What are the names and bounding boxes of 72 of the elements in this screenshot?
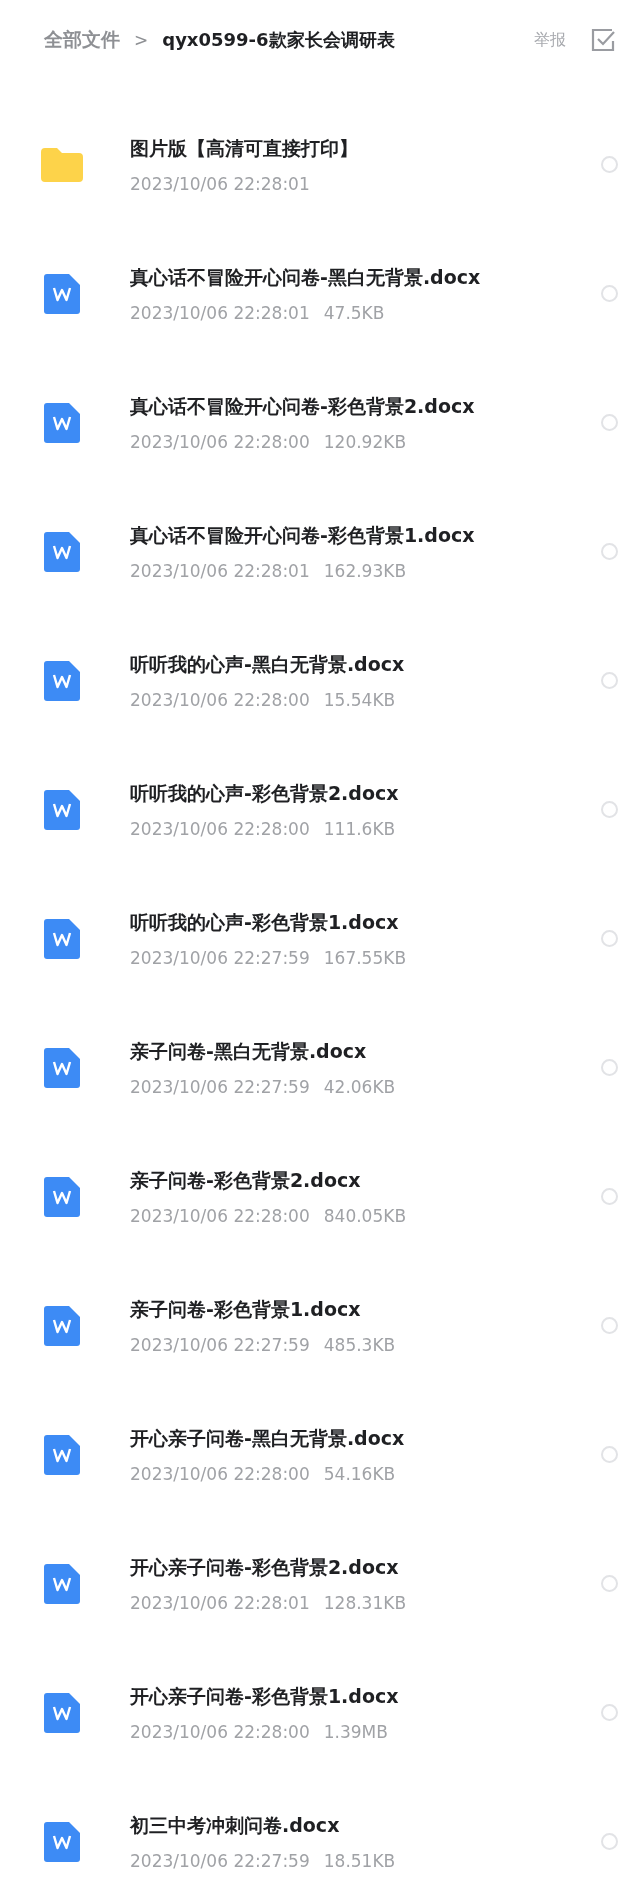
- file-name[interactable]: 听听我的心声-彩色背景1.docx: [130, 909, 593, 936]
- word-document-icon: [44, 1176, 80, 1217]
- file-date: 2023/10/06 22:28:00: [130, 818, 310, 839]
- word-document-icon: [44, 402, 80, 443]
- select-radio[interactable]: [601, 156, 618, 173]
- select-radio[interactable]: [601, 1704, 618, 1721]
- file-name[interactable]: 真心话不冒险开心问卷-彩色背景1.docx: [130, 522, 593, 549]
- file-size: 15.54KB: [323, 689, 396, 710]
- file-size: 1.39MB: [323, 1721, 388, 1742]
- file-name[interactable]: 真心话不冒险开心问卷-彩色背景2.docx: [130, 393, 593, 420]
- file-date: 2023/10/06 22:28:01: [130, 560, 310, 581]
- select-radio[interactable]: [601, 1059, 618, 1076]
- file-date: 2023/10/06 22:27:59: [130, 1850, 310, 1871]
- file-name[interactable]: 开心亲子问卷-彩色背景1.docx: [130, 1683, 593, 1710]
- file-name[interactable]: 初三中考冲刺问卷.docx: [130, 1812, 593, 1839]
- file-date: 2023/10/06 22:28:00: [130, 689, 310, 710]
- word-document-icon: [44, 531, 80, 572]
- word-document-icon: [44, 1047, 80, 1088]
- file-size: 54.16KB: [323, 1463, 396, 1484]
- file-name[interactable]: 亲子问卷-黑白无背景.docx: [130, 1038, 593, 1065]
- folder-title: qyx0599-6款家长会调研表: [162, 28, 395, 52]
- file-date: 2023/10/06 22:28:00: [130, 1205, 310, 1226]
- select-radio[interactable]: [601, 801, 618, 818]
- file-date: 2023/10/06 22:27:59: [130, 1334, 310, 1355]
- word-document-icon: [44, 789, 80, 830]
- word-document-icon: [44, 1563, 80, 1604]
- file-name[interactable]: 开心亲子问卷-黑白无背景.docx: [130, 1425, 593, 1452]
- file-date: 2023/10/06 22:27:59: [130, 1076, 310, 1097]
- file-size: 840.05KB: [323, 1205, 407, 1226]
- file-date: 2023/10/06 22:28:01: [130, 173, 310, 194]
- word-document-icon: [44, 273, 80, 314]
- word-document-icon: [44, 918, 80, 959]
- select-radio[interactable]: [601, 672, 618, 689]
- file-name[interactable]: 亲子问卷-彩色背景2.docx: [130, 1167, 593, 1194]
- word-document-icon: [44, 1434, 80, 1475]
- file-size: 18.51KB: [323, 1850, 396, 1871]
- file-date: 2023/10/06 22:28:00: [130, 1721, 310, 1742]
- file-name[interactable]: 真心话不冒险开心问卷-黑白无背景.docx: [130, 264, 593, 291]
- file-name[interactable]: 开心亲子问卷-彩色背景2.docx: [130, 1554, 593, 1581]
- file-date: 2023/10/06 22:28:01: [130, 1592, 310, 1613]
- select-radio[interactable]: [601, 543, 618, 560]
- select-checkbox-icon[interactable]: [590, 27, 616, 53]
- folder-icon: [41, 147, 83, 182]
- file-size: 167.55KB: [323, 947, 407, 968]
- file-size: 47.5KB: [323, 302, 385, 323]
- word-document-icon: [44, 1305, 80, 1346]
- file-size: 42.06KB: [323, 1076, 396, 1097]
- select-radio[interactable]: [601, 1833, 618, 1850]
- word-document-icon: [44, 1692, 80, 1733]
- file-name[interactable]: 亲子问卷-彩色背景1.docx: [130, 1296, 593, 1323]
- breadcrumb-separator: >: [134, 30, 149, 50]
- select-radio[interactable]: [601, 1446, 618, 1463]
- file-date: 2023/10/06 22:27:59: [130, 947, 310, 968]
- file-name[interactable]: 听听我的心声-彩色背景2.docx: [130, 780, 593, 807]
- select-radio[interactable]: [601, 1317, 618, 1334]
- word-document-icon: [44, 1821, 80, 1862]
- select-radio[interactable]: [601, 1575, 618, 1592]
- file-size: 162.93KB: [323, 560, 407, 581]
- file-name[interactable]: 听听我的心声-黑白无背景.docx: [130, 651, 593, 678]
- file-date: 2023/10/06 22:28:00: [130, 431, 310, 452]
- select-radio[interactable]: [601, 285, 618, 302]
- file-size: 111.6KB: [323, 818, 396, 839]
- file-name[interactable]: 图片版【高清可直接打印】: [130, 135, 593, 162]
- select-radio[interactable]: [601, 414, 618, 431]
- file-size: 485.3KB: [323, 1334, 396, 1355]
- file-date: 2023/10/06 22:28:01: [130, 302, 310, 323]
- word-document-icon: [44, 660, 80, 701]
- select-radio[interactable]: [601, 1188, 618, 1205]
- file-size: 128.31KB: [323, 1592, 407, 1613]
- file-date: 2023/10/06 22:28:00: [130, 1463, 310, 1484]
- select-radio[interactable]: [601, 930, 618, 947]
- file-size: 120.92KB: [323, 431, 407, 452]
